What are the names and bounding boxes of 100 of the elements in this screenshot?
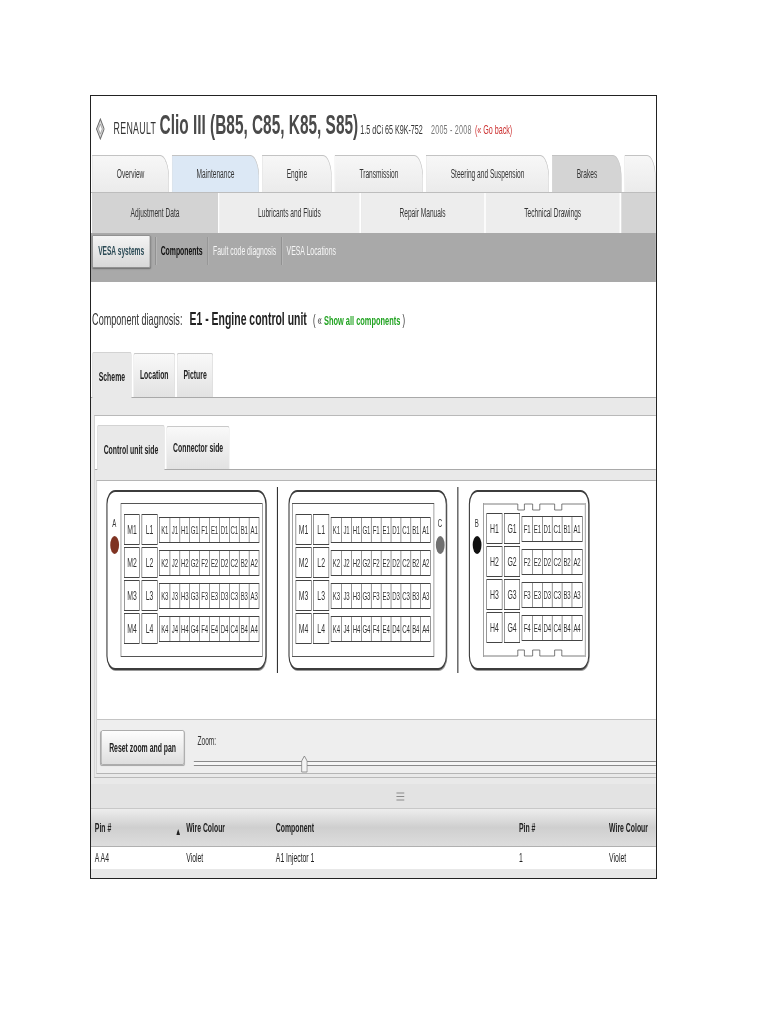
column-header[interactable]: Pin #	[518, 809, 610, 846]
pin-cell: A2	[248, 550, 259, 575]
sub-tab[interactable]: Repair Manuals	[360, 193, 486, 233]
pin-cell: D1	[219, 517, 230, 542]
pin-cell: C3	[400, 583, 411, 608]
pin-cell: E2	[209, 550, 220, 575]
pin-cell: A2	[420, 550, 431, 575]
pin-cell: H2	[351, 550, 362, 575]
pin-cell: M1	[124, 514, 140, 545]
pin-cell-text: K4	[331, 621, 341, 637]
pin-cell: C2	[229, 550, 239, 575]
sub-tab[interactable]: Adjustment Data	[92, 193, 220, 233]
slider-thumb[interactable]	[301, 755, 308, 773]
view-tab[interactable]: Scheme	[92, 352, 132, 398]
nav-tab[interactable]: Transmission	[334, 155, 424, 192]
pin-cell: M4	[124, 613, 140, 644]
pin-cell: E4	[532, 615, 542, 640]
pin-cell: D4	[390, 616, 401, 641]
pin-cell: F3	[370, 583, 381, 608]
partial-tab[interactable]	[624, 155, 656, 192]
pin-cell-text: F2	[522, 554, 532, 570]
pin-cell: D3	[390, 583, 401, 608]
pin-cell: G1	[504, 513, 520, 544]
pin-cell: J1	[341, 517, 352, 542]
pin-cell: G2	[504, 546, 520, 577]
view-tab[interactable]: Location	[133, 353, 176, 397]
pin-cell: J3	[341, 583, 352, 608]
column-header[interactable]: Wire Colour	[186, 809, 276, 846]
zoom-label: Zoom:	[197, 734, 217, 749]
pin-cell: A2	[571, 549, 582, 574]
pin-cell: H3	[351, 583, 362, 608]
pin-cell: B3	[561, 582, 572, 607]
pin-cell: M3	[295, 580, 312, 611]
pin-cell: A1	[420, 517, 431, 542]
nav-link[interactable]: Components	[160, 244, 203, 258]
nav-tab[interactable]: Engine	[261, 155, 332, 192]
back-link[interactable]: (« Go back)	[474, 122, 513, 137]
reset-zoom-button[interactable]: Reset zoom and pan	[100, 730, 185, 765]
pin-cell-text: K3	[331, 588, 341, 604]
pin-cell: H1	[179, 517, 190, 542]
pin-cell: B2	[561, 549, 572, 574]
pin-cell: A1	[571, 516, 582, 541]
nav-tab[interactable]: Overview	[92, 155, 170, 192]
pin-cell: H1	[351, 517, 362, 542]
system-button[interactable]: VESA systems	[92, 234, 151, 268]
table-row[interactable]: A A4 Violet A1 Injector 1 1 Violet	[91, 847, 656, 869]
pin-cell: A3	[571, 582, 582, 607]
pin-cell-text: F4	[522, 620, 532, 636]
pin-cell: E1	[380, 517, 391, 542]
pin-cell: E1	[209, 517, 220, 542]
pin-cell: M2	[124, 547, 140, 578]
table-cell-text: 1	[518, 851, 524, 865]
pin-cell: B4	[410, 616, 421, 641]
pin-cell: C2	[551, 549, 562, 574]
pin-cell: C4	[551, 615, 562, 640]
pin-cell: H4	[179, 616, 190, 641]
sub-tab[interactable]: Lubricants and Fluids	[219, 193, 361, 233]
nav-tab[interactable]: Brakes	[551, 155, 622, 192]
column-header[interactable]: Wire Colour	[609, 809, 656, 846]
pin-cell: B1	[238, 517, 249, 542]
pin-cell: L2	[141, 547, 158, 578]
nav-tab[interactable]: Steering and Suspension	[425, 155, 550, 192]
pin-cell: E3	[532, 582, 542, 607]
column-header[interactable]: Component	[275, 809, 519, 846]
view-tab[interactable]: Picture	[176, 353, 214, 397]
pin-cell: C3	[551, 582, 562, 607]
pin-cell: J4	[169, 616, 180, 641]
pin-cell: L4	[313, 613, 330, 644]
pin-cell: E3	[209, 583, 220, 608]
pin-cell: F1	[370, 517, 381, 542]
pin-cell: G4	[504, 612, 520, 643]
pin-cell: J3	[169, 583, 180, 608]
pin-cell: D1	[542, 516, 552, 541]
pin-cell: M2	[295, 547, 312, 578]
pin-cell: E2	[380, 550, 391, 575]
pin-cell: B2	[410, 550, 421, 575]
pin-cell: C1	[400, 517, 411, 542]
pin-cell: C4	[400, 616, 411, 641]
pin-cell: D4	[219, 616, 230, 641]
pin-cell: A4	[248, 616, 259, 641]
nav-tab[interactable]: Maintenance	[171, 155, 260, 192]
year-range: 2005 - 2008	[431, 122, 472, 137]
pin-cell: L1	[313, 514, 330, 545]
component-title: E1 - Engine control unit	[189, 308, 307, 330]
connector-letter: C	[437, 517, 443, 530]
sub-tab[interactable]: Technical Drawings	[485, 193, 622, 233]
pin-cell: H2	[179, 550, 190, 575]
pin-cell: F2	[370, 550, 381, 575]
pin-cell: H3	[486, 579, 503, 610]
view-tab[interactable]: Control unit side	[97, 425, 165, 470]
column-header[interactable]: Pin #	[94, 809, 187, 846]
brand-name: RENAULT	[113, 120, 157, 138]
pin-cell: D2	[219, 550, 230, 575]
pin-cell: C1	[229, 517, 239, 542]
pin-cell-text: K1	[331, 522, 341, 538]
pin-cell: D3	[542, 582, 552, 607]
pin-cell: E3	[380, 583, 391, 608]
view-tab[interactable]: Connector side	[166, 426, 230, 469]
pin-cell: A3	[248, 583, 259, 608]
pin-cell: J1	[169, 517, 180, 542]
